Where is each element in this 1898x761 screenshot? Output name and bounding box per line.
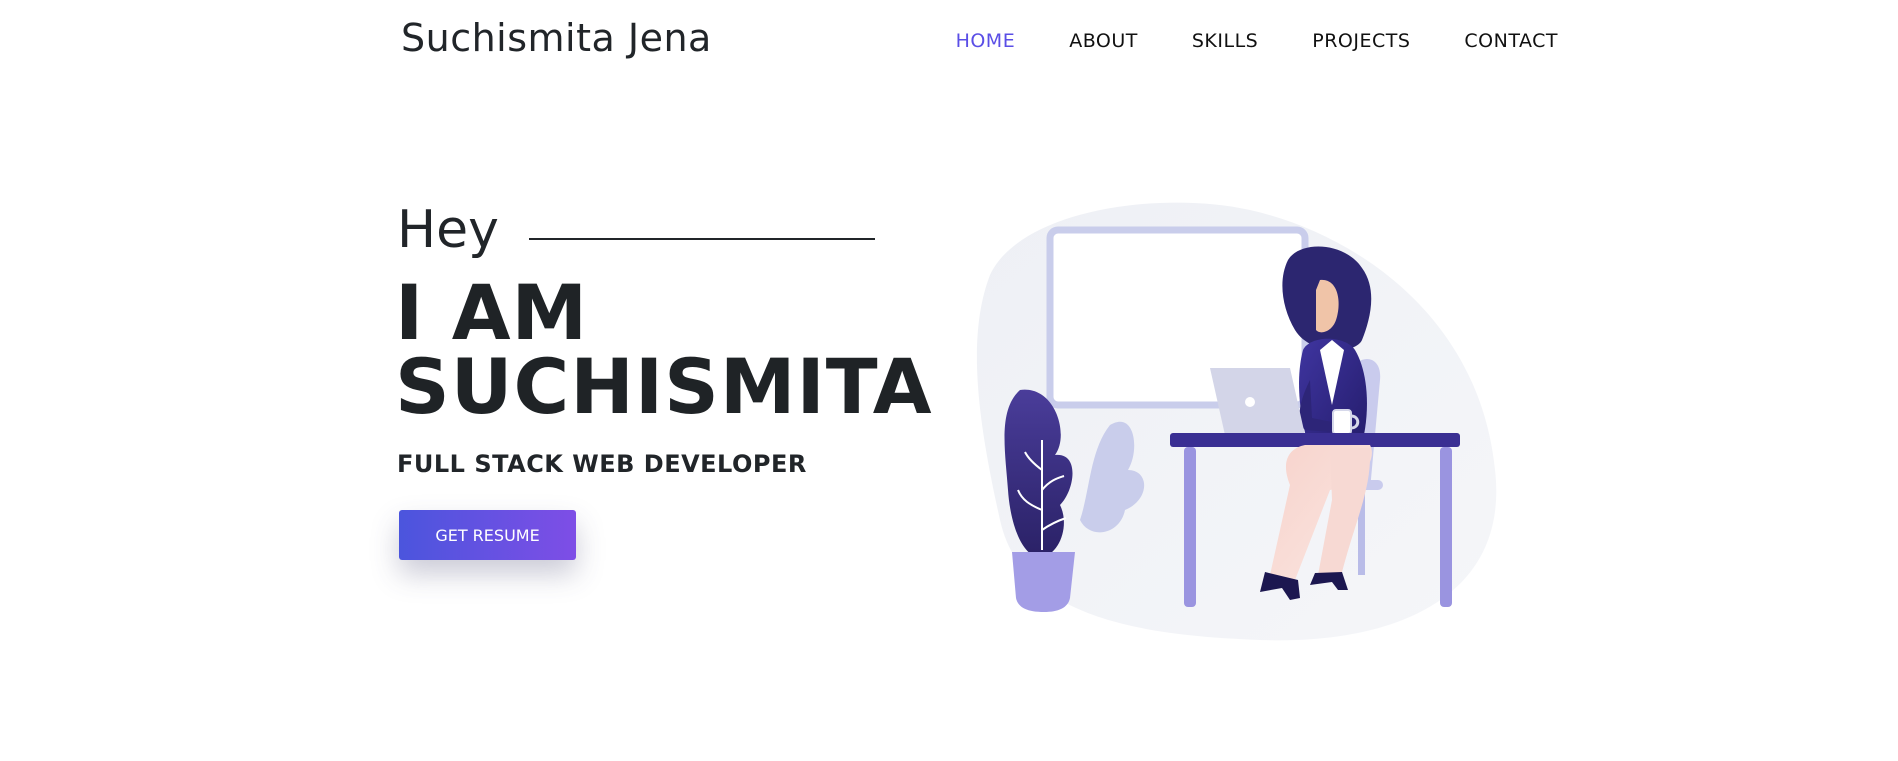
main-nav: HOME ABOUT SKILLS PROJECTS CONTACT	[956, 30, 1558, 52]
desk-leg-shape	[1184, 447, 1196, 607]
nav-contact[interactable]: CONTACT	[1464, 30, 1558, 52]
desk-icon	[1170, 433, 1460, 447]
headline-line-2: SUCHISMITA	[395, 342, 933, 431]
site-brand[interactable]: Suchismita Jena	[401, 16, 712, 60]
plant-pot-icon	[1012, 552, 1075, 612]
hero-role: FULL STACK WEB DEVELOPER	[397, 450, 807, 478]
nav-home[interactable]: HOME	[956, 30, 1016, 52]
page: Suchismita Jena HOME ABOUT SKILLS PROJEC…	[0, 0, 1898, 761]
laptop-logo-shape	[1245, 397, 1255, 407]
hero-headline: I AM SUCHISMITA	[395, 268, 933, 431]
nav-projects[interactable]: PROJECTS	[1312, 30, 1410, 52]
mug-icon	[1332, 409, 1352, 435]
headline-line-1: I AM	[395, 268, 589, 357]
get-resume-button[interactable]: GET RESUME	[399, 510, 576, 560]
desk-leg-shape	[1440, 447, 1452, 607]
woman-working-at-desk-illustration	[976, 202, 1497, 641]
greeting-divider	[528, 238, 875, 240]
greeting-text: Hey	[397, 200, 499, 260]
nav-skills[interactable]: SKILLS	[1192, 30, 1258, 52]
nav-about[interactable]: ABOUT	[1069, 30, 1138, 52]
laptop-icon	[1210, 368, 1305, 435]
greeting-row: Hey	[397, 200, 875, 260]
